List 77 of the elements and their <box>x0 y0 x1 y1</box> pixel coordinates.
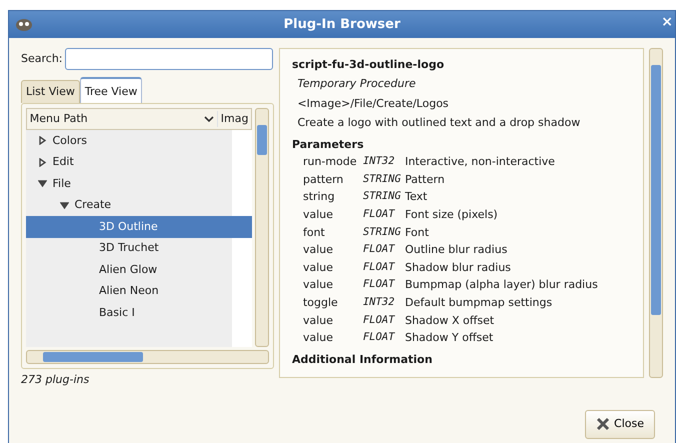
parameter-name: toggle <box>302 295 339 311</box>
parameter-name: value <box>302 312 334 329</box>
procedure-type: Temporary Procedure <box>296 76 417 92</box>
parameter-name: font <box>302 224 326 241</box>
tree-row[interactable]: Alien Neon <box>26 280 252 302</box>
tree-label: File <box>52 176 71 192</box>
plugin-count: 273 plug-ins <box>21 372 90 388</box>
parameter-type: FLOAT <box>362 277 396 292</box>
column-header[interactable]: Menu Path <box>27 110 204 128</box>
parameter-type: INT32 <box>362 295 396 310</box>
parameter-description: Pattern <box>404 172 446 188</box>
parameter-description: Shadow Y offset <box>404 330 494 346</box>
parameter-type: FLOAT <box>362 207 396 222</box>
parameter-description: Shadow X offset <box>404 312 496 329</box>
menu-path: <Image>/File/Create/Logos <box>296 96 450 112</box>
tree-label: Basic I <box>99 304 135 320</box>
window-title: Plug-In Browser <box>284 16 400 34</box>
collapsed-arrow-icon[interactable] <box>38 136 47 146</box>
parameter-type: FLOAT <box>362 260 396 275</box>
parameter-name: value <box>302 207 334 224</box>
procedure-description: Create a logo with outlined text and a drop shadow <box>296 114 582 131</box>
tree-row[interactable]: 3D Truchet <box>26 238 252 259</box>
collapsed-arrow-icon[interactable] <box>38 158 47 167</box>
close-button[interactable]: Close <box>585 410 655 438</box>
expanded-arrow-icon[interactable] <box>60 200 69 210</box>
tree-row[interactable]: Alien Glow <box>26 259 252 280</box>
parameter-name: value <box>302 260 334 276</box>
tree-label: Alien Glow <box>99 262 158 278</box>
parameter-description: Text <box>404 189 428 206</box>
tab[interactable]: Tree View <box>80 76 142 103</box>
parameter-type: FLOAT <box>362 312 396 328</box>
tab[interactable]: List View <box>21 80 80 103</box>
tree-label: 3D Truchet <box>99 240 159 256</box>
search-field[interactable] <box>65 48 274 70</box>
tree-label: Alien Neon <box>99 283 159 299</box>
tree-label: Create <box>74 197 112 213</box>
parameter-type: STRING <box>362 224 402 240</box>
parameter-type: INT32 <box>362 154 396 170</box>
dropdown-icon[interactable] <box>204 115 214 123</box>
parameter-name: pattern <box>302 172 344 188</box>
parameter-name: string <box>302 189 336 206</box>
parameter-description: Font <box>404 224 430 241</box>
tree-label: Edit <box>52 154 74 170</box>
parameter-description: Bumpmap (alpha layer) blur radius <box>404 277 599 294</box>
parameter-name: run-mode <box>302 154 358 170</box>
close-icon <box>596 417 610 432</box>
parameter-name: value <box>302 277 334 294</box>
section-heading: Parameters <box>292 136 365 153</box>
tree-row[interactable]: File <box>26 173 252 194</box>
expanded-arrow-icon[interactable] <box>38 179 47 188</box>
parameter-description: Outline blur radius <box>404 242 508 258</box>
parameter-description: Interactive, non-interactive <box>404 154 556 170</box>
parameter-description: Default bumpmap settings <box>404 295 554 311</box>
parameter-name: value <box>302 330 334 346</box>
parameter-type: STRING <box>362 189 402 204</box>
tree-row[interactable]: 3D Outline <box>26 216 252 238</box>
parameter-description: Font size (pixels) <box>404 207 499 224</box>
tree-label: Colors <box>52 132 87 148</box>
procedure-name: script-fu-3d-outline-logo <box>292 57 446 73</box>
column-header[interactable]: Imag <box>217 110 252 128</box>
scrollbar[interactable] <box>649 48 663 378</box>
tree-row[interactable]: Edit <box>26 152 252 173</box>
close-icon[interactable]: × <box>661 15 673 29</box>
parameter-description: Shadow blur radius <box>404 260 512 276</box>
horizontal-scrollbar[interactable] <box>26 350 269 364</box>
tree-row[interactable]: Colors <box>26 130 252 152</box>
parameter-type: FLOAT <box>362 242 396 258</box>
tree-row[interactable]: Create <box>26 194 252 216</box>
parameter-type: FLOAT <box>362 330 396 346</box>
tree-label: 3D Outline <box>99 218 158 234</box>
scrollbar[interactable] <box>254 108 269 347</box>
section-heading: Additional Information <box>292 352 434 368</box>
parameter-type: STRING <box>362 172 402 187</box>
search-label: Search: <box>21 50 62 67</box>
parameter-name: value <box>302 242 334 258</box>
tree-row[interactable]: Basic I <box>26 302 252 324</box>
app-icon <box>15 16 33 32</box>
